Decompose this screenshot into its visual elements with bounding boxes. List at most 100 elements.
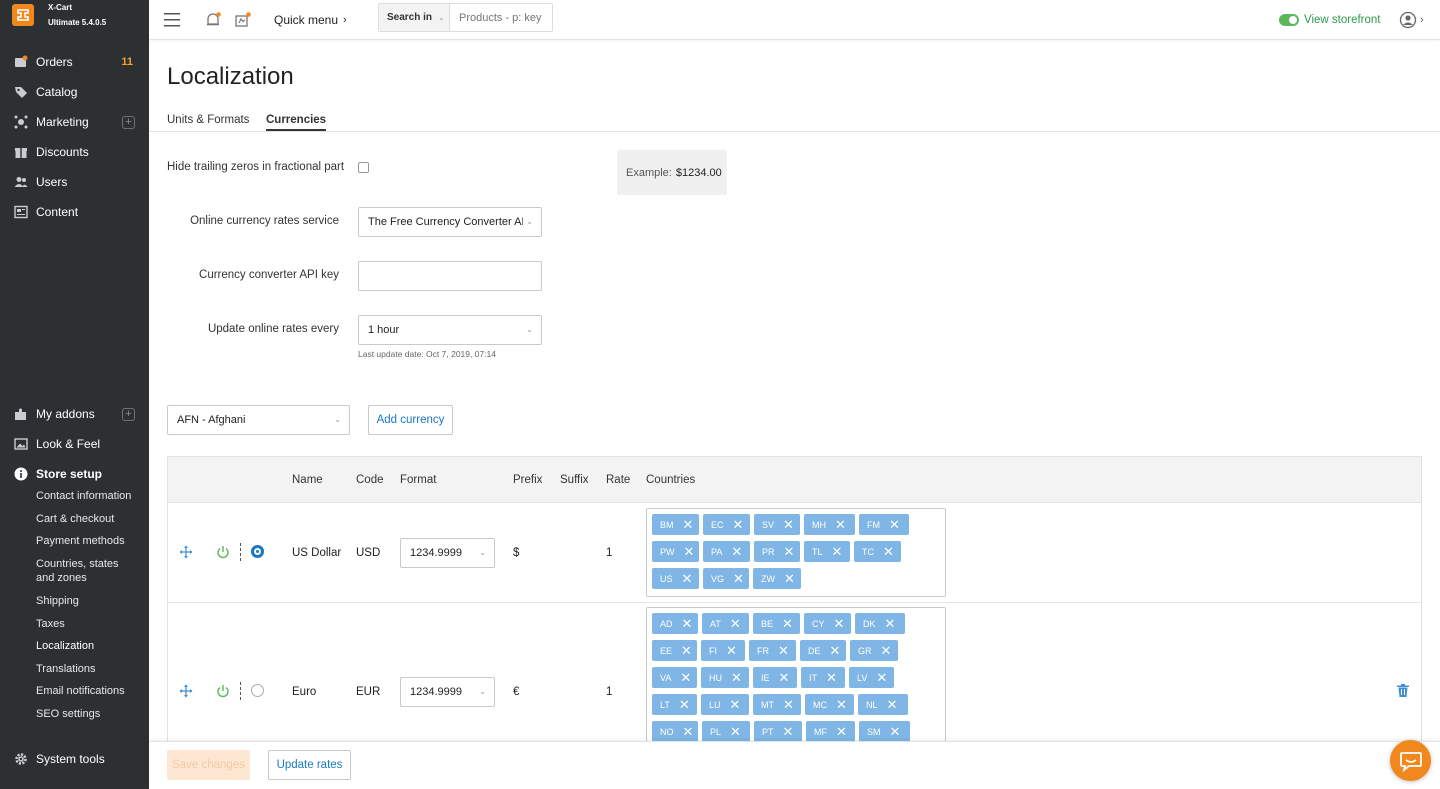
country-chip[interactable]: IT ✕ — [801, 667, 845, 688]
drag-move-icon[interactable] — [179, 545, 193, 562]
subnav-taxes[interactable]: Taxes — [36, 617, 65, 631]
remove-chip-icon[interactable]: ✕ — [730, 698, 741, 711]
remove-chip-icon[interactable]: ✕ — [782, 617, 793, 630]
country-chip[interactable]: FI ✕ — [701, 640, 745, 661]
country-chip[interactable]: SM ✕ — [859, 721, 910, 742]
subnav-email-notifications[interactable]: Email notifications — [36, 684, 125, 698]
update-rates-button[interactable]: Update rates — [268, 750, 351, 780]
country-chip[interactable]: PW ✕ — [652, 541, 699, 562]
country-chip[interactable]: DE ✕ — [800, 640, 846, 661]
brand-area[interactable]: X-Cart Ultimate 5.4.0.5 — [0, 0, 149, 40]
remove-chip-icon[interactable]: ✕ — [726, 644, 737, 657]
country-chip[interactable]: TL ✕ — [804, 541, 850, 562]
country-chip[interactable]: BE ✕ — [753, 613, 800, 634]
trash-delete-icon[interactable] — [1397, 684, 1409, 700]
country-chip[interactable]: VG ✕ — [703, 568, 749, 589]
country-chip[interactable]: SV ✕ — [754, 514, 800, 535]
subnav-contact-information[interactable]: Contact information — [36, 489, 131, 503]
country-chip[interactable]: TC ✕ — [854, 541, 901, 562]
country-chip[interactable]: AD ✕ — [652, 613, 698, 634]
subnav-countries-states-zones[interactable]: Countries, states and zones — [36, 557, 136, 585]
remove-chip-icon[interactable]: ✕ — [834, 617, 845, 630]
storefront-status-icon[interactable] — [234, 0, 252, 40]
remove-chip-icon[interactable]: ✕ — [783, 725, 794, 738]
country-chip[interactable]: HU ✕ — [701, 667, 749, 688]
remove-chip-icon[interactable]: ✕ — [684, 545, 695, 558]
sidebar-item-look-feel[interactable]: Look & Feel — [0, 429, 149, 459]
sidebar-item-store-setup[interactable]: Store setup — [0, 459, 149, 489]
update-every-select[interactable]: 1 hour ⌄ — [358, 315, 542, 345]
remove-chip-icon[interactable]: ✕ — [784, 545, 795, 558]
api-key-input[interactable] — [358, 261, 542, 291]
remove-chip-icon[interactable]: ✕ — [784, 572, 795, 585]
bell-notifications-icon[interactable] — [204, 0, 222, 40]
countries-multiselect[interactable]: BM ✕ EC ✕ SV ✕ MH ✕ FM ✕ PW ✕ PA ✕ PR ✕ TL ✕ TC ✕ US ✕ VG ✕ ZW ✕ — [646, 508, 946, 597]
currency-select[interactable]: AFN - Afghani ⌄ — [167, 405, 350, 435]
remove-chip-icon[interactable]: ✕ — [876, 671, 887, 684]
chat-support-button[interactable] — [1390, 740, 1431, 781]
remove-chip-icon[interactable]: ✕ — [832, 545, 843, 558]
country-chip[interactable]: CY ✕ — [804, 613, 851, 634]
sidebar-item-content[interactable]: Content — [0, 197, 149, 227]
remove-chip-icon[interactable]: ✕ — [730, 617, 741, 630]
expand-plus-icon[interactable]: + — [122, 115, 135, 129]
power-toggle-icon[interactable] — [216, 545, 230, 562]
hide-zeros-checkbox[interactable] — [358, 162, 369, 173]
remove-chip-icon[interactable]: ✕ — [733, 572, 744, 585]
search-scope-select[interactable]: Search in ⌄ — [379, 4, 450, 31]
remove-chip-icon[interactable]: ✕ — [783, 698, 794, 711]
country-chip[interactable]: MT ✕ — [753, 694, 801, 715]
remove-chip-icon[interactable]: ✕ — [889, 518, 900, 531]
remove-chip-icon[interactable]: ✕ — [778, 644, 789, 657]
country-chip[interactable]: IE ✕ — [753, 667, 797, 688]
remove-chip-icon[interactable]: ✕ — [881, 644, 892, 657]
remove-chip-icon[interactable]: ✕ — [679, 698, 690, 711]
country-chip[interactable]: PL ✕ — [702, 721, 750, 742]
subnav-cart-checkout[interactable]: Cart & checkout — [36, 512, 114, 526]
remove-chip-icon[interactable]: ✕ — [826, 671, 837, 684]
expand-plus-icon[interactable]: + — [122, 407, 135, 421]
country-chip[interactable]: FM ✕ — [859, 514, 909, 535]
country-chip[interactable]: GR ✕ — [850, 640, 898, 661]
remove-chip-icon[interactable]: ✕ — [683, 518, 694, 531]
drag-move-icon[interactable] — [179, 684, 193, 701]
search-input[interactable] — [451, 4, 552, 31]
subnav-localization[interactable]: Localization — [36, 639, 94, 653]
country-chip[interactable]: DK ✕ — [855, 613, 905, 634]
remove-chip-icon[interactable]: ✕ — [683, 725, 694, 738]
remove-chip-icon[interactable]: ✕ — [733, 518, 744, 531]
country-chip[interactable]: AT ✕ — [702, 613, 749, 634]
format-select[interactable]: 1234.9999 ⌄ — [400, 677, 495, 707]
remove-chip-icon[interactable]: ✕ — [890, 725, 901, 738]
sidebar-item-my-addons[interactable]: My addons + — [0, 399, 149, 429]
remove-chip-icon[interactable]: ✕ — [680, 671, 691, 684]
subnav-shipping[interactable]: Shipping — [36, 594, 79, 608]
country-chip[interactable]: ZW ✕ — [753, 568, 801, 589]
remove-chip-icon[interactable]: ✕ — [730, 725, 741, 738]
sidebar-item-users[interactable]: Users — [0, 167, 149, 197]
rates-service-select[interactable]: The Free Currency Converter AP ⌄ — [358, 207, 542, 237]
country-chip[interactable]: LV ✕ — [849, 667, 894, 688]
save-changes-button[interactable]: Save changes — [167, 750, 250, 780]
country-chip[interactable]: LT ✕ — [652, 694, 697, 715]
sidebar-item-orders[interactable]: Orders 11 — [0, 47, 149, 77]
format-select[interactable]: 1234.9999 ⌄ — [400, 538, 495, 568]
remove-chip-icon[interactable]: ✕ — [887, 698, 898, 711]
remove-chip-icon[interactable]: ✕ — [836, 725, 847, 738]
country-chip[interactable]: PR ✕ — [754, 541, 800, 562]
quick-menu-button[interactable]: Quick menu › — [274, 0, 347, 40]
country-chip[interactable]: EC ✕ — [703, 514, 750, 535]
remove-chip-icon[interactable]: ✕ — [779, 671, 790, 684]
tab-units-formats[interactable]: Units & Formats — [167, 114, 249, 129]
country-chip[interactable]: FR ✕ — [749, 640, 796, 661]
sidebar-item-catalog[interactable]: Catalog — [0, 77, 149, 107]
country-chip[interactable]: LU ✕ — [701, 694, 749, 715]
subnav-seo-settings[interactable]: SEO settings — [36, 707, 100, 721]
remove-chip-icon[interactable]: ✕ — [682, 572, 693, 585]
country-chip[interactable]: BM ✕ — [652, 514, 699, 535]
power-toggle-icon[interactable] — [216, 684, 230, 701]
remove-chip-icon[interactable]: ✕ — [835, 518, 846, 531]
sidebar-item-marketing[interactable]: Marketing + — [0, 107, 149, 137]
remove-chip-icon[interactable]: ✕ — [731, 545, 742, 558]
remove-chip-icon[interactable]: ✕ — [731, 671, 742, 684]
